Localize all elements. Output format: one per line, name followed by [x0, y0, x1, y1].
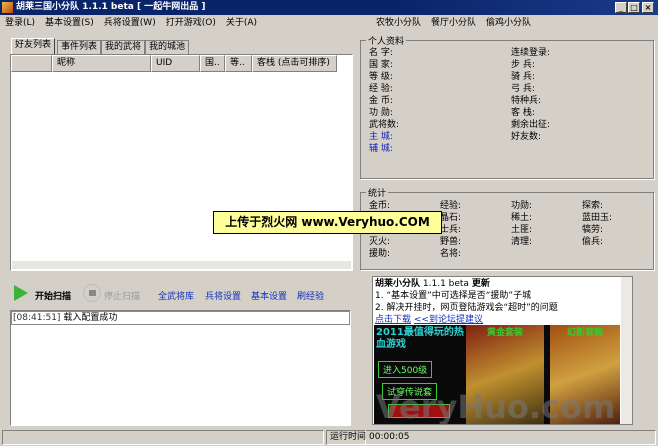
- profile-field-label: 好友数:: [511, 132, 542, 142]
- stat-label: 名将:: [440, 249, 462, 259]
- news-line: 2. 解决开挂时，网页登陆游戏会“超时”的问题: [375, 303, 558, 313]
- menu-open-game[interactable]: 打开游戏(O): [166, 18, 216, 28]
- profile-field-label: 剩余出征:: [511, 120, 551, 130]
- stat-label: 偷兵:: [582, 237, 604, 247]
- menu-basic-settings[interactable]: 基本设置(S): [45, 18, 94, 28]
- tab-generals[interactable]: 我的武将: [101, 40, 146, 54]
- profile-field-label: 功 勋:: [369, 108, 393, 118]
- profile-field-label: 经 验:: [369, 84, 393, 94]
- tab-cities[interactable]: 我的城池: [145, 40, 190, 54]
- stop-scan-button[interactable]: 停止扫描: [104, 289, 140, 302]
- play-icon: [14, 285, 28, 301]
- link-basic-settings[interactable]: 基本设置: [251, 289, 287, 302]
- tab-friends[interactable]: 好友列表: [11, 38, 56, 55]
- start-scan-button[interactable]: 开始扫描: [35, 289, 71, 302]
- profile-field-label: 特种兵:: [511, 96, 542, 106]
- stat-label: 犒劳:: [582, 225, 604, 235]
- link-farm-exp[interactable]: 刷经验: [297, 289, 324, 302]
- menu-about[interactable]: 关于(A): [226, 18, 257, 28]
- title-bar: 胡莱三国小分队 1.1.1 beta [ 一起牛网出品 ]: [0, 0, 658, 15]
- profile-field-label: 金 币:: [369, 96, 393, 106]
- menu-restaurant-squad[interactable]: 餐厅小分队: [431, 18, 476, 28]
- news-line: 1. “基本设置”中可选择是否“援助”子城: [375, 291, 532, 301]
- watermark-bg: VeryHuo.com: [376, 388, 616, 426]
- col-country[interactable]: 国..: [200, 55, 225, 72]
- link-all-generals[interactable]: 全武将库: [158, 289, 194, 302]
- close-button[interactable]: ×: [642, 2, 654, 13]
- col-nickname[interactable]: 昵称: [52, 55, 151, 72]
- stat-label: 野兽:: [440, 237, 462, 247]
- menu-login[interactable]: 登录(L): [5, 18, 35, 28]
- profile-field-label: 武将数:: [369, 120, 400, 130]
- download-link[interactable]: 点击下载: [375, 315, 411, 325]
- stat-label: 稀土:: [511, 213, 533, 223]
- stat-label: 经验:: [440, 201, 462, 211]
- profile-field-label: 弓 兵:: [511, 84, 535, 94]
- minimize-button[interactable]: _: [615, 2, 627, 13]
- stat-label: 士兵:: [440, 225, 462, 235]
- stat-label: 晶石:: [440, 213, 462, 223]
- profile-field-label: 客 栈:: [511, 108, 535, 118]
- stat-label: 援助:: [369, 249, 391, 259]
- col-inn[interactable]: 客栈 (点击可排序): [252, 55, 337, 72]
- col-blank[interactable]: [11, 55, 52, 72]
- link-troop-settings[interactable]: 兵将设置: [205, 289, 241, 302]
- runtime-value: 00:00:05: [366, 430, 656, 445]
- col-level[interactable]: 等..: [225, 55, 252, 72]
- menu-troop-settings[interactable]: 兵将设置(W): [104, 18, 156, 28]
- stat-label: 灭火:: [369, 237, 391, 247]
- profile-field-label: 主 城:: [369, 132, 393, 142]
- profile-field-label: 连续登录:: [511, 48, 551, 58]
- window-title: 胡莱三国小分队 1.1.1 beta [ 一起牛网出品 ]: [16, 2, 206, 12]
- ad-button-level[interactable]: 进入500级: [378, 361, 433, 378]
- stat-label: 蓝田玉:: [582, 213, 613, 223]
- menu-farm-squad[interactable]: 农牧小分队: [376, 18, 421, 28]
- col-uid[interactable]: UID: [151, 55, 200, 72]
- watermark-banner: 上传于烈火网 www.Veryhuo.COM: [213, 211, 442, 234]
- forum-link[interactable]: <<到论坛提建议: [414, 315, 483, 325]
- menu-bar: 登录(L) 基本设置(S) 兵将设置(W) 打开游戏(O) 关于(A): [5, 16, 267, 30]
- stat-label: 功勋:: [511, 201, 533, 211]
- friends-list[interactable]: 昵称 UID 国.. 等.. 客栈 (点击可排序): [10, 54, 353, 271]
- profile-group: 个人资料 名 字: 国 家: 等 级: 经 验: 金 币: 功 勋: 武将数: 主 城: 辅 城…: [360, 34, 654, 179]
- stat-label: 清理:: [511, 237, 533, 247]
- profile-field-label: 等 级:: [369, 72, 393, 82]
- log-box[interactable]: [08:41:51] 载入配置成功: [10, 310, 351, 426]
- stats-title: 统计: [366, 186, 389, 199]
- profile-title: 个人资料: [366, 34, 407, 47]
- status-bar: 运行时间 00:00:05: [0, 430, 658, 446]
- runtime-label: 运行时间: [326, 430, 366, 445]
- news-scrollbar[interactable]: [621, 277, 632, 424]
- maximize-button[interactable]: □: [628, 2, 640, 13]
- stat-label: 土匪:: [511, 225, 533, 235]
- profile-field-label: 骑 兵:: [511, 72, 535, 82]
- profile-field-label: 步 兵:: [511, 60, 535, 70]
- tab-events[interactable]: 事件列表: [57, 40, 102, 54]
- stop-icon: [83, 284, 101, 302]
- stat-label: 探索:: [582, 201, 604, 211]
- menu-steal-squad[interactable]: 偷鸡小分队: [486, 18, 531, 28]
- log-entry: [08:41:51] 载入配置成功: [11, 311, 350, 325]
- profile-field-label: 名 字:: [369, 48, 393, 58]
- horizontal-scrollbar[interactable]: [12, 261, 351, 269]
- profile-field-label: 辅 城:: [369, 144, 393, 154]
- app-icon: [2, 2, 13, 13]
- profile-field-label: 国 家:: [369, 60, 393, 70]
